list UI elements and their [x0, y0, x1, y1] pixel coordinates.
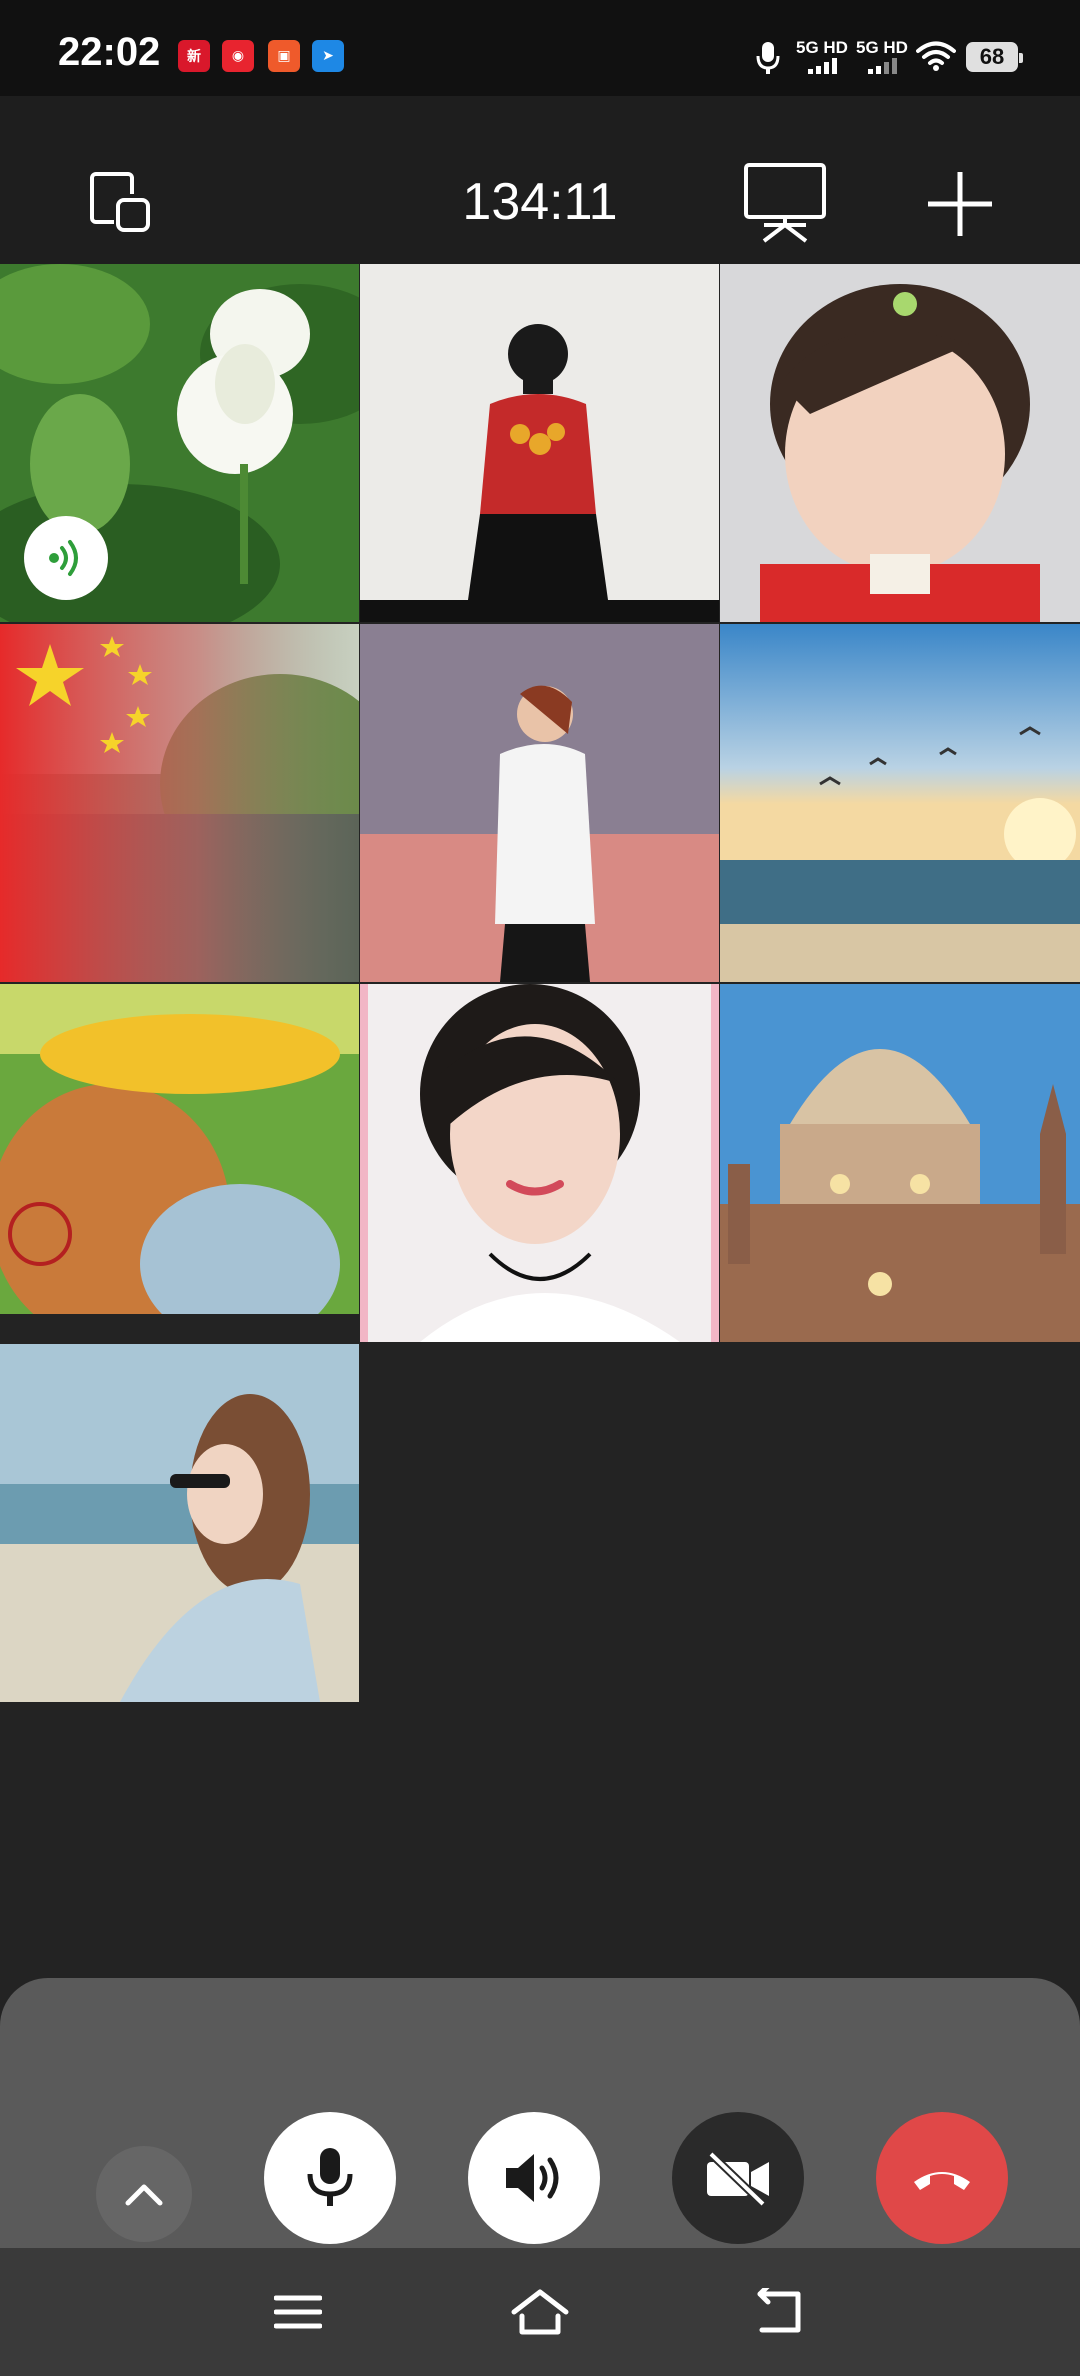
add-participant-icon [928, 172, 992, 236]
camera-off-icon [707, 2151, 769, 2206]
chevron-up-icon [125, 2184, 163, 2206]
network-label-2: 5G HD [856, 38, 908, 57]
music-app-icon: ◉ [222, 40, 254, 72]
speaker-icon [506, 2154, 559, 2202]
participant-tile-sea-sunset[interactable] [720, 624, 1080, 982]
participant-tile-smiling-woman[interactable] [360, 984, 719, 1342]
participant-tile-beach-woman[interactable] [0, 1344, 359, 1702]
news-app-icon: 新 [178, 40, 210, 72]
participant-video-white-coat [360, 624, 719, 982]
map-app-icon: ➤ [312, 40, 344, 72]
home-button[interactable] [500, 2272, 580, 2352]
signal-icon-1 [808, 58, 837, 74]
speaking-indicator [24, 516, 108, 600]
participant-video-cathedral [720, 984, 1080, 1342]
video-call-screen: 22:02 新 ◉ ▣ ➤ 5G HD 5G HD 68 134:11 [0, 0, 1080, 2376]
screen-share-icon [744, 163, 826, 243]
home-icon [511, 2289, 569, 2335]
signal-icon-2 [868, 58, 897, 74]
microphone-button[interactable] [264, 2112, 396, 2244]
participant-video-smiling-woman [360, 984, 719, 1342]
back-button[interactable] [740, 2272, 820, 2352]
menu-icon [274, 2295, 322, 2329]
back-icon [757, 2288, 801, 2333]
menu-button[interactable] [258, 2272, 338, 2352]
status-bar: 22:02 新 ◉ ▣ ➤ 5G HD 5G HD 68 [0, 0, 1080, 96]
hang-up-icon [914, 2172, 970, 2190]
system-nav-bar [0, 2248, 1080, 2376]
camera-button[interactable] [672, 2112, 804, 2244]
participant-tile-baby[interactable] [720, 264, 1080, 622]
participant-tile-cathedral[interactable] [720, 984, 1080, 1342]
participant-tile-lotus[interactable] [0, 264, 359, 622]
switch-window-button[interactable] [78, 164, 162, 240]
microphone-icon [307, 2148, 353, 2206]
participant-tile-white-coat[interactable] [360, 624, 719, 982]
speaker-button[interactable] [468, 2112, 600, 2244]
wifi-icon [916, 41, 956, 71]
status-time: 22:02 [58, 30, 161, 74]
speaking-icon [49, 540, 78, 576]
participant-video-flag-lake [0, 624, 359, 982]
participant-tile-red-sweater[interactable] [360, 264, 719, 622]
participant-video-sea-sunset [720, 624, 1080, 982]
call-timer: 134:11 [462, 173, 618, 231]
participant-tile-flag-lake[interactable] [0, 624, 359, 982]
screen-share-button[interactable] [740, 160, 830, 244]
add-participant-button[interactable] [920, 164, 1000, 244]
participant-video-red-sweater [360, 264, 719, 622]
network-label-1: 5G HD [796, 38, 848, 57]
switch-window-icon [90, 172, 150, 232]
video-app-icon: ▣ [268, 40, 300, 72]
mic-status-icon [756, 42, 780, 74]
participant-video-beach-woman [0, 1344, 359, 1702]
hang-up-button[interactable] [876, 2112, 1008, 2244]
participant-video-sunflower-hat [0, 984, 359, 1342]
battery-indicator: 68 [966, 42, 1023, 72]
participant-video-baby [720, 264, 1080, 622]
participant-tile-sunflower-hat[interactable] [0, 984, 359, 1342]
expand-controls-button[interactable] [96, 2146, 192, 2242]
